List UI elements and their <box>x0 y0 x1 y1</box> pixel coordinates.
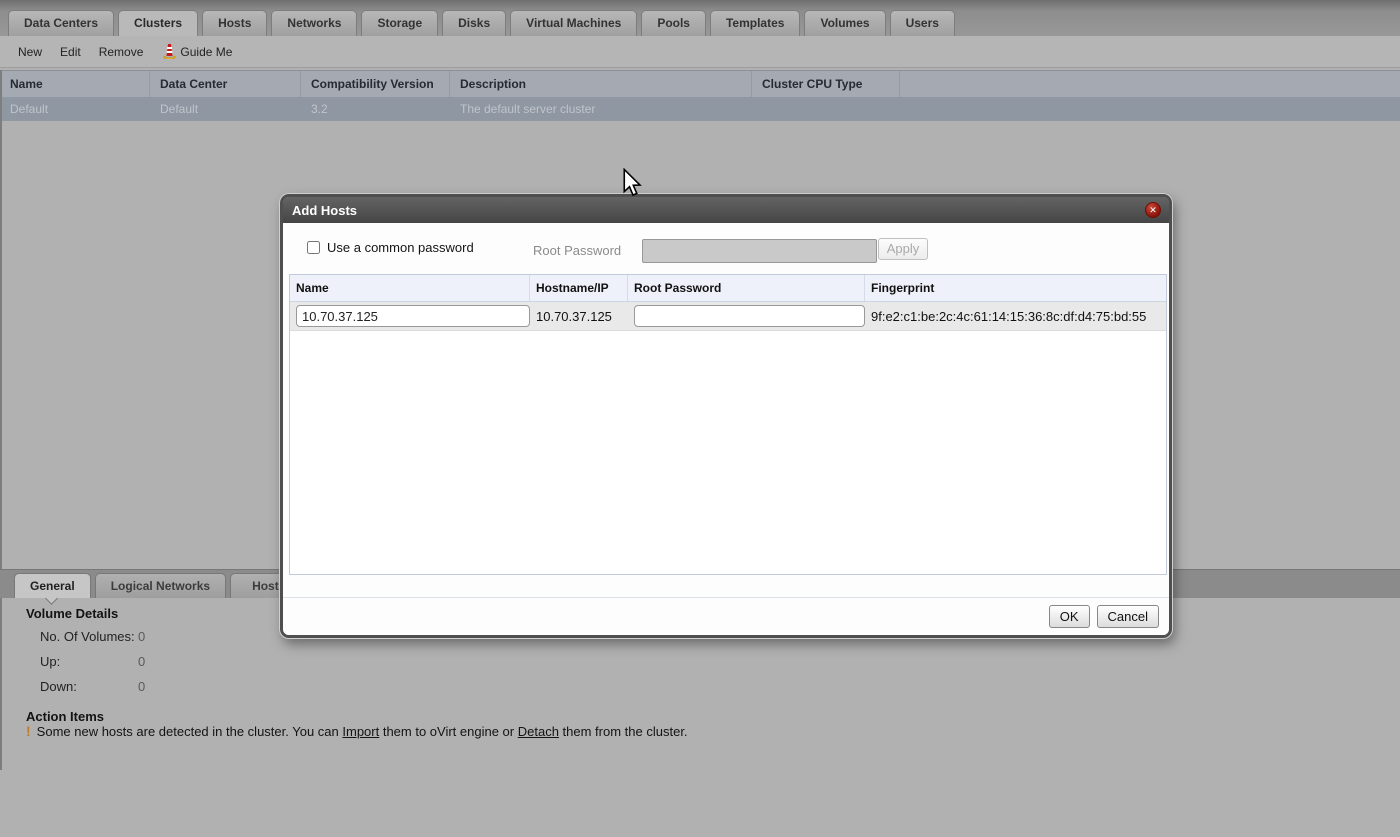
ovirt-admin-screen: Data Centers Clusters Hosts Networks Sto… <box>0 0 1400 837</box>
hosts-column-hostname-ip: Hostname/IP <box>530 275 628 301</box>
action-item-text-prefix: Some new hosts are detected in the clust… <box>37 724 343 739</box>
apply-button[interactable]: Apply <box>878 238 928 260</box>
detach-link[interactable]: Detach <box>518 724 559 739</box>
guide-me-label: Guide Me <box>180 45 232 59</box>
host-name-cell <box>290 305 530 327</box>
exclamation-icon: ! <box>26 724 31 739</box>
stat-label-volumes: No. Of Volumes: <box>40 629 135 644</box>
column-header-name[interactable]: Name <box>0 71 150 97</box>
hosts-column-name: Name <box>290 275 530 301</box>
hosts-table-header: Name Hostname/IP Root Password Fingerpri… <box>290 275 1166 302</box>
hosts-column-root-password: Root Password <box>628 275 865 301</box>
stat-label-up: Up: <box>40 654 60 669</box>
main-tab-bar: Data Centers Clusters Hosts Networks Sto… <box>0 0 1400 36</box>
stat-value-volumes: 0 <box>138 629 145 644</box>
common-root-password-field[interactable] <box>642 239 877 263</box>
action-item-message: ! Some new hosts are detected in the clu… <box>26 724 688 739</box>
hosts-column-fingerprint: Fingerprint <box>865 275 1166 301</box>
tab-disks[interactable]: Disks <box>442 10 506 36</box>
clusters-toolbar: New Edit Remove Guide Me <box>0 36 1400 68</box>
dialog-title: Add Hosts <box>292 203 357 218</box>
tab-storage[interactable]: Storage <box>361 10 438 36</box>
cell-compatibility-version: 3.2 <box>301 97 450 121</box>
action-item-text-suffix: them from the cluster. <box>559 724 688 739</box>
close-icon[interactable]: ✕ <box>1145 202 1161 218</box>
cell-description: The default server cluster <box>450 97 752 121</box>
tab-volumes[interactable]: Volumes <box>804 10 885 36</box>
volume-details-heading: Volume Details <box>26 606 118 621</box>
cell-cluster-cpu-type <box>752 97 900 121</box>
tab-virtual-machines[interactable]: Virtual Machines <box>510 10 637 36</box>
edit-button[interactable]: Edit <box>60 45 81 59</box>
cell-name: Default <box>0 97 150 121</box>
host-hostname-cell: 10.70.37.125 <box>530 309 628 324</box>
remove-button[interactable]: Remove <box>99 45 144 59</box>
use-common-password-label: Use a common password <box>327 240 474 255</box>
tab-users[interactable]: Users <box>890 10 955 36</box>
dialog-footer: OK Cancel <box>283 597 1169 635</box>
hosts-table: Name Hostname/IP Root Password Fingerpri… <box>289 274 1167 575</box>
host-root-password-field[interactable] <box>634 305 865 327</box>
root-password-label: Root Password <box>533 243 621 258</box>
use-common-password-row: Use a common password <box>307 240 474 255</box>
cluster-row-default[interactable]: Default Default 3.2 The default server c… <box>0 97 1400 121</box>
ok-button[interactable]: OK <box>1049 605 1090 628</box>
column-header-filler <box>900 71 1400 97</box>
tab-pools[interactable]: Pools <box>641 10 706 36</box>
host-fingerprint-cell: 9f:e2:c1:be:2c:4c:61:14:15:36:8c:df:d4:7… <box>865 309 1166 324</box>
import-link[interactable]: Import <box>342 724 379 739</box>
add-hosts-dialog: Add Hosts ✕ Use a common password Root P… <box>280 194 1172 638</box>
dialog-body: Use a common password Root Password Appl… <box>283 223 1169 635</box>
tab-hosts[interactable]: Hosts <box>202 10 267 36</box>
stat-value-up: 0 <box>138 654 145 669</box>
guide-me-button[interactable]: Guide Me <box>163 44 232 59</box>
tab-templates[interactable]: Templates <box>710 10 800 36</box>
use-common-password-checkbox[interactable] <box>307 241 320 254</box>
stat-label-down: Down: <box>40 679 77 694</box>
dialog-title-bar[interactable]: Add Hosts ✕ <box>283 197 1169 223</box>
host-root-password-cell <box>628 305 865 327</box>
column-header-description[interactable]: Description <box>450 71 752 97</box>
action-item-text-middle: them to oVirt engine or <box>379 724 518 739</box>
column-header-data-center[interactable]: Data Center <box>150 71 301 97</box>
tab-networks[interactable]: Networks <box>271 10 357 36</box>
host-name-field[interactable] <box>296 305 530 327</box>
tab-data-centers[interactable]: Data Centers <box>8 10 114 36</box>
host-row: 10.70.37.125 9f:e2:c1:be:2c:4c:61:14:15:… <box>290 302 1166 331</box>
cell-data-center: Default <box>150 97 301 121</box>
action-items-heading: Action Items <box>26 709 104 724</box>
detail-tab-general[interactable]: General <box>14 573 91 598</box>
lighthouse-icon <box>163 44 176 59</box>
pane-left-edge <box>0 70 2 770</box>
cancel-button[interactable]: Cancel <box>1097 605 1159 628</box>
tab-clusters[interactable]: Clusters <box>118 10 198 36</box>
column-header-compatibility-version[interactable]: Compatibility Version <box>301 71 450 97</box>
column-header-cluster-cpu-type[interactable]: Cluster CPU Type <box>752 71 900 97</box>
stat-value-down: 0 <box>138 679 145 694</box>
new-button[interactable]: New <box>18 45 42 59</box>
clusters-grid-header: Name Data Center Compatibility Version D… <box>0 70 1400 98</box>
detail-tab-logical-networks[interactable]: Logical Networks <box>95 573 226 598</box>
